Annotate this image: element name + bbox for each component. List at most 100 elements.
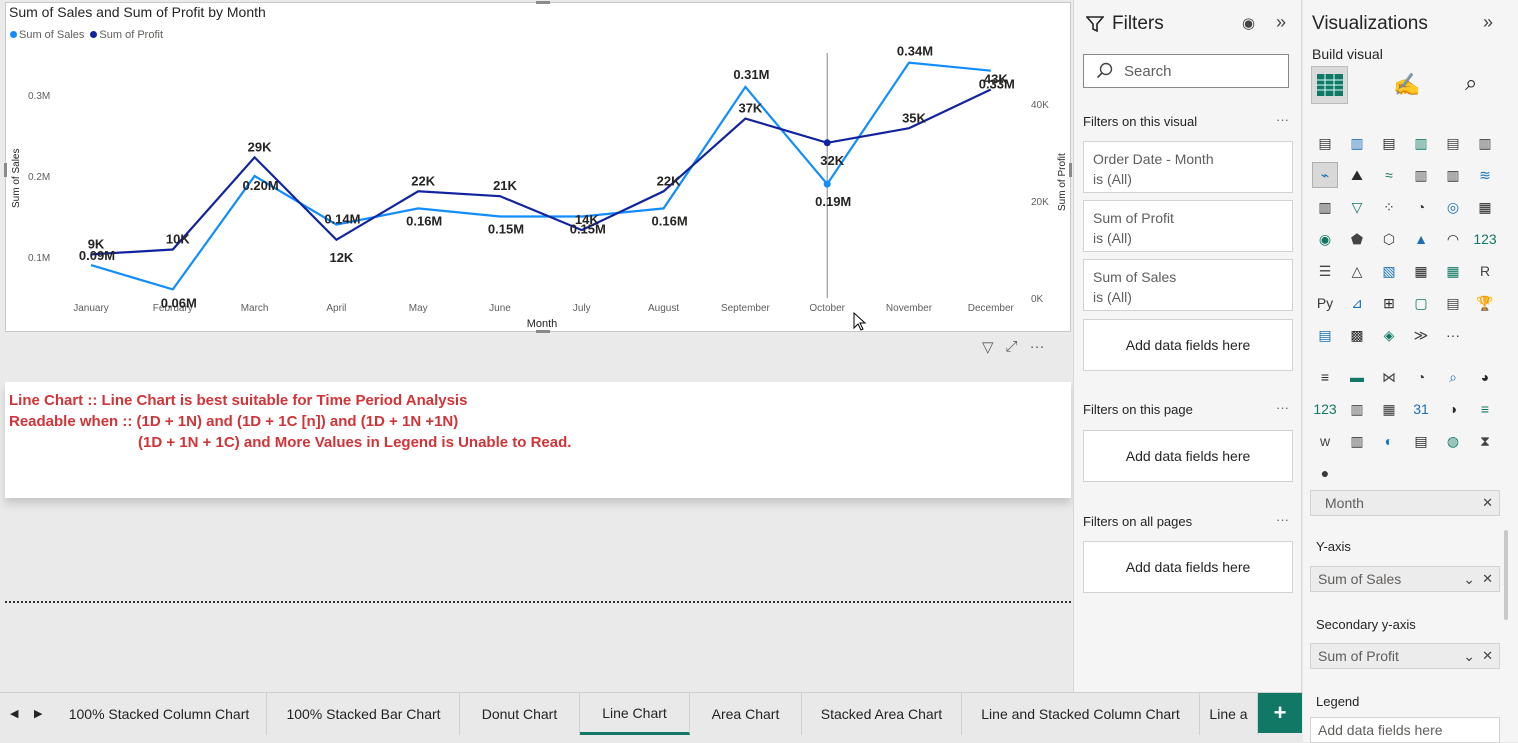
visual-type-icon-9-5[interactable]: ⧗ [1472,428,1498,454]
visual-type-icon-7-0[interactable]: ≡ [1312,364,1338,390]
visual-type-icon-8-5[interactable]: ≡ [1472,396,1498,422]
collapse-visualizations-icon[interactable]: » [1483,12,1493,33]
focus-mode-icon[interactable]: ⤢ [1006,338,1018,356]
visual-type-icon-8-0[interactable]: 123 [1312,396,1338,422]
resize-handle-left[interactable] [4,163,7,177]
visual-type-icon-4-2[interactable]: ▧ [1376,258,1402,284]
resize-handle-right[interactable] [1069,163,1072,177]
more-options-icon[interactable]: ··· [1276,112,1289,127]
visual-type-icon-6-4[interactable]: ··· [1440,322,1466,348]
visual-type-icon-4-5[interactable]: R [1472,258,1498,284]
visual-type-icon-3-5[interactable]: 123 [1472,226,1498,252]
visual-type-icon-6-0[interactable]: ▤ [1312,322,1338,348]
visual-type-icon-2-1[interactable]: ▽ [1344,194,1370,220]
legend-add-field[interactable]: Add data fields here [1310,717,1500,743]
visual-type-icon-8-2[interactable]: ▦ [1376,396,1402,422]
visual-type-icon-1-2[interactable]: ≈ [1376,162,1402,188]
visual-type-icon-0-1[interactable]: ▥ [1344,130,1370,156]
visual-type-icon-9-3[interactable]: ▤ [1408,428,1434,454]
scrollbar[interactable] [1504,530,1508,620]
add-data-fields-all[interactable]: Add data fields here [1083,541,1293,593]
visual-type-icon-4-4[interactable]: ▦ [1440,258,1466,284]
visual-type-icon-6-1[interactable]: ▩ [1344,322,1370,348]
filters-search-input[interactable]: Search [1083,54,1289,88]
more-options-icon[interactable]: ··· [1030,338,1045,356]
analytics-icon[interactable]: ⌕ [1465,70,1477,96]
visual-type-icon-7-3[interactable]: ◔ [1408,364,1434,390]
visual-type-icon-8-3[interactable]: 31 [1408,396,1434,422]
visual-type-icon-7-5[interactable]: ◕ [1472,364,1498,390]
text-box[interactable]: Line Chart :: Line Chart is best suitabl… [5,382,1071,498]
tab-100-stacked-column-chart[interactable]: 100% Stacked Column Chart [52,693,267,735]
add-data-fields-page[interactable]: Add data fields here [1083,430,1293,482]
visual-type-icon-7-2[interactable]: ⋈ [1376,364,1402,390]
chart-plot[interactable]: 0.1M 0.2M 0.3M 0K 20K 40K Sum of Sales Sum of P… [6,3,1070,331]
prev-page-arrow[interactable]: ◀ [10,707,18,720]
resize-handle-bottom[interactable] [536,330,550,333]
visual-type-icon-5-0[interactable]: Py [1312,290,1338,316]
visual-type-icon-1-1[interactable]: ⛰ [1344,162,1370,188]
visual-type-icon-1-0[interactable]: ⌁ [1312,162,1338,188]
visual-type-icon-10-0[interactable]: ● [1312,460,1338,486]
visual-type-icon-2-2[interactable]: ⁘ [1376,194,1402,220]
visual-type-icon-7-1[interactable]: ▬ [1344,364,1370,390]
visual-type-icon-3-0[interactable]: ◉ [1312,226,1338,252]
visual-type-icon-2-3[interactable]: ◔ [1408,194,1434,220]
chevron-down-icon[interactable]: ⌄ [1463,571,1475,588]
visual-type-icon-5-5[interactable]: 🏆 [1472,290,1498,316]
visual-type-icon-2-0[interactable]: ▥ [1312,194,1338,220]
visual-type-icon-2-5[interactable]: ▦ [1472,194,1498,220]
visual-type-icon-3-2[interactable]: ⬡ [1376,226,1402,252]
build-visual-tab[interactable] [1311,66,1348,104]
remove-field-icon[interactable]: ✕ [1482,648,1493,664]
collapse-filters-icon[interactable]: » [1276,12,1286,33]
add-page-button[interactable]: + [1258,693,1302,733]
visual-type-icon-0-5[interactable]: ▥ [1472,130,1498,156]
visual-type-icon-4-3[interactable]: ▦ [1408,258,1434,284]
tab-line-chart[interactable]: Line Chart [580,693,690,735]
visual-type-icon-3-4[interactable]: ◠ [1440,226,1466,252]
filter-card-sum-of-profit[interactable]: Sum of Profit is (All) [1083,200,1293,252]
visual-type-icon-9-4[interactable]: ◍ [1440,428,1466,454]
visual-type-icon-3-1[interactable]: ⬟ [1344,226,1370,252]
visual-type-icon-0-0[interactable]: ▤ [1312,130,1338,156]
visual-type-icon-9-0[interactable]: w [1312,428,1338,454]
visual-type-icon-0-2[interactable]: ▤ [1376,130,1402,156]
visual-type-icon-9-1[interactable]: ▥ [1344,428,1370,454]
tab-100-stacked-bar-chart[interactable]: 100% Stacked Bar Chart [268,693,460,735]
visual-type-icon-8-4[interactable]: ◑ [1440,396,1466,422]
next-page-arrow[interactable]: ▶ [34,707,42,720]
visual-type-icon-5-3[interactable]: ▢ [1408,290,1434,316]
tab-line-a[interactable]: Line a [1200,693,1258,735]
y-axis-field-sum-of-sales[interactable]: Sum of Sales ⌄ ✕ [1310,566,1500,592]
visual-type-icon-7-4[interactable]: ⌕ [1440,364,1466,390]
visual-type-icon-6-3[interactable]: ≫ [1408,322,1434,348]
format-visual-icon[interactable]: ✍ [1393,72,1420,98]
visual-type-icon-3-3[interactable]: ▲ [1408,226,1434,252]
tab-stacked-area-chart[interactable]: Stacked Area Chart [802,693,962,735]
filter-card-sum-of-sales[interactable]: Sum of Sales is (All) [1083,259,1293,311]
visual-type-icon-5-1[interactable]: ⊿ [1344,290,1370,316]
visual-type-icon-0-4[interactable]: ▤ [1440,130,1466,156]
visual-type-icon-4-0[interactable]: ☰ [1312,258,1338,284]
visual-type-icon-2-4[interactable]: ◎ [1440,194,1466,220]
visual-type-icon-6-2[interactable]: ◈ [1376,322,1402,348]
resize-handle-top[interactable] [536,1,550,4]
visual-type-icon-1-5[interactable]: ≋ [1472,162,1498,188]
remove-field-icon[interactable]: ✕ [1482,495,1493,511]
remove-field-icon[interactable]: ✕ [1482,571,1493,587]
tab-area-chart[interactable]: Area Chart [690,693,802,735]
visual-type-icon-4-1[interactable]: △ [1344,258,1370,284]
visual-type-icon-5-4[interactable]: ▤ [1440,290,1466,316]
line-chart-visual[interactable]: Sum of Sales and Sum of Profit by Month … [4,1,1072,333]
eye-icon[interactable]: ◉ [1242,14,1255,32]
visual-type-icon-8-1[interactable]: ▥ [1344,396,1370,422]
visual-type-icon-1-3[interactable]: ▥ [1408,162,1434,188]
visual-type-icon-0-3[interactable]: ▥ [1408,130,1434,156]
visual-type-icon-9-2[interactable]: ◐ [1376,428,1402,454]
more-options-icon[interactable]: ··· [1276,512,1289,527]
tab-donut-chart[interactable]: Donut Chart [460,693,580,735]
add-data-fields-visual[interactable]: Add data fields here [1083,319,1293,371]
x-axis-field-month[interactable]: Month ✕ [1310,490,1500,516]
chevron-down-icon[interactable]: ⌄ [1463,648,1475,665]
